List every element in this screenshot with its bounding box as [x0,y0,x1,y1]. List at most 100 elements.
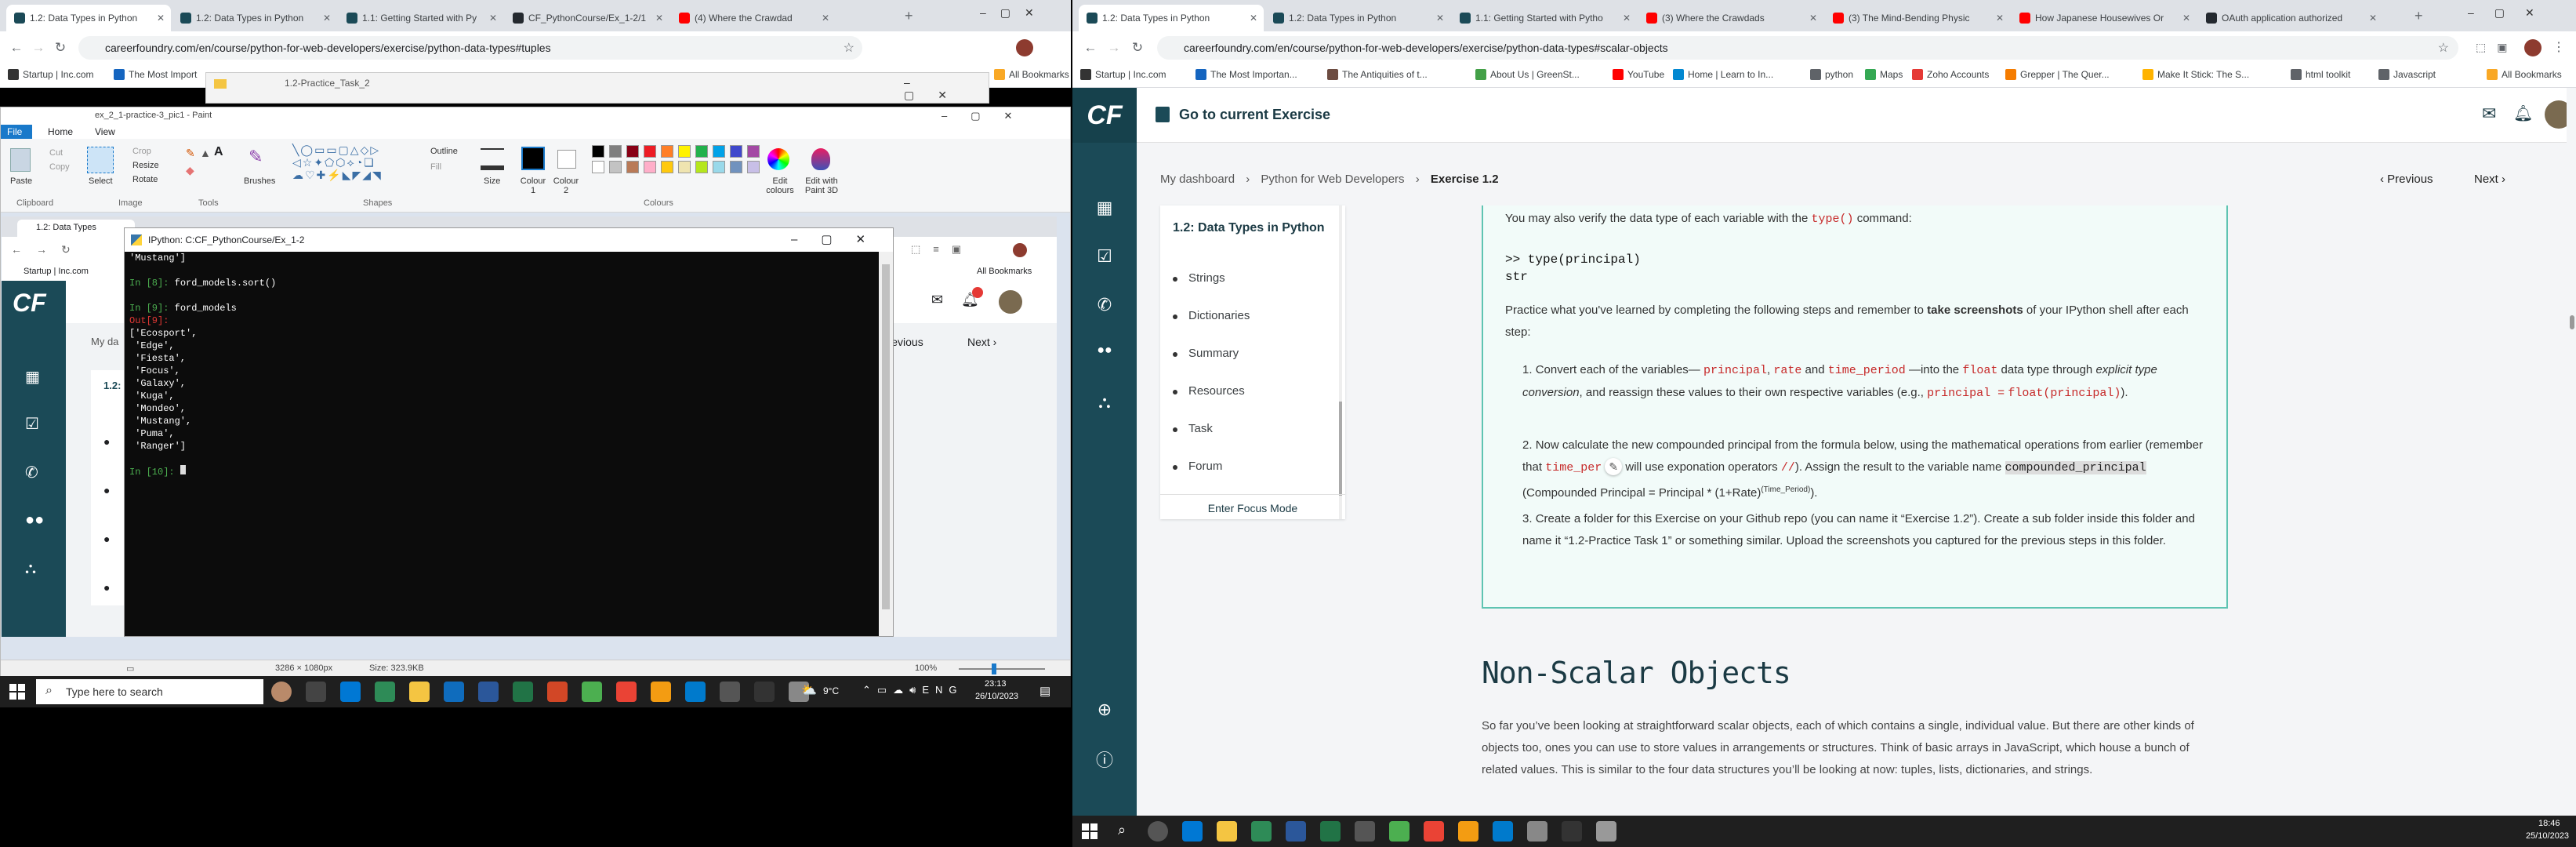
profile-avatar[interactable] [2524,39,2542,56]
palette-swatch[interactable] [747,161,760,173]
browser-tab[interactable]: 1.2: Data Types in Python ✕ [1079,5,1264,31]
paste-icon[interactable] [10,148,31,172]
sublime-icon[interactable] [1458,821,1478,842]
tab-close-icon[interactable]: ✕ [1623,13,1631,24]
settings-icon[interactable] [1527,821,1547,842]
palette-swatch[interactable] [713,145,725,158]
bookmark-item[interactable]: Startup | Inc.com [1080,69,1166,80]
previous-button[interactable]: ‹ Previous [2380,173,2433,186]
excel-icon[interactable] [1320,821,1341,842]
support-icon[interactable]: ⊕ [1093,700,1116,723]
toc-item-resources[interactable]: Resources [1188,384,1245,398]
tab-close-icon[interactable]: ✕ [822,13,829,24]
back-icon[interactable]: ← [1082,39,1099,56]
file-explorer-icon[interactable] [1217,821,1237,842]
address-bar[interactable]: careerfoundry.com/en/course/python-for-w… [78,36,862,60]
browser-tab[interactable]: OAuth application authorized ✕ [2198,5,2383,31]
go-to-current-exercise[interactable]: Go to current Exercise [1179,107,1330,123]
task-view-icon[interactable] [306,682,326,702]
paint-home-tab[interactable]: Home [48,126,73,137]
toc-item-dictionaries[interactable]: Dictionaries [1188,309,1250,322]
browser-tab[interactable]: (4) Where the Crawdad ✕ [671,5,836,31]
shapes-gallery[interactable]: ╲◯▭▭▢△◇▷ ◁☆✦⬠⬡⟡◔❏ ☁♡✚⚡◣◤◢◥ [292,144,418,183]
breadcrumb-dashboard[interactable]: My dashboard [1160,173,1235,186]
palette-swatch[interactable] [644,145,656,158]
browser-tab[interactable]: 1.1: Getting Started with Pytho ✕ [1452,5,1637,31]
page-scrollbar[interactable] [2567,88,2576,816]
chrome-icon[interactable] [1424,821,1444,842]
palette-swatch[interactable] [592,145,604,158]
all-bookmarks[interactable]: All Bookmarks [994,69,1069,80]
bookmark-item[interactable]: YouTube [1613,69,1664,80]
toc-scrollbar[interactable] [1339,205,1342,519]
tab-close-icon[interactable]: ✕ [655,13,663,24]
bookmark-item[interactable]: Zoho Accounts [1912,69,1989,80]
paint-file-tab[interactable]: File [1,125,32,139]
checklist-icon[interactable]: ☑ [1093,246,1116,270]
chrome-icon[interactable] [616,682,637,702]
windows-start-icon[interactable] [9,684,25,700]
browser-tab[interactable]: 1.1: Getting Started with Py ✕ [339,5,503,31]
app-icon[interactable] [582,682,602,702]
bookmark-item[interactable]: Home | Learn to In... [1673,69,1773,80]
palette-swatch[interactable] [626,145,639,158]
zoom-slider[interactable] [959,668,1045,670]
brushes-button[interactable]: Brushes [244,176,275,186]
tab-close-icon[interactable]: ✕ [323,13,331,24]
tab-close-icon[interactable]: ✕ [489,13,497,24]
new-tab-icon[interactable]: + [2415,8,2423,24]
search-icon[interactable]: ⌕ [1118,822,1126,838]
rotate-button[interactable]: Rotate [132,175,158,184]
settings-icon[interactable] [720,682,740,702]
palette-swatch[interactable] [678,161,691,173]
terminal-icon[interactable] [1562,821,1582,842]
community-icon[interactable]: ●● [1093,344,1116,367]
menu-kebab-icon[interactable]: ⋮ [2552,39,2565,55]
edge-icon[interactable] [1182,821,1203,842]
reload-icon[interactable]: ↻ [52,39,69,56]
powerpoint-icon[interactable] [547,682,568,702]
browser-tab[interactable]: How Japanese Housewives Or ✕ [2012,5,2197,31]
task-view-icon[interactable] [1148,821,1168,842]
bookmark-item[interactable]: Startup | Inc.com [8,69,94,80]
app-icon[interactable] [1355,821,1375,842]
outline-button[interactable]: Outline [430,147,458,156]
mail-icon[interactable] [444,682,464,702]
bell-icon[interactable]: 🔔︎ [2513,104,2533,123]
vscode-icon[interactable] [685,682,706,702]
word-icon[interactable] [1286,821,1306,842]
terminal-icon[interactable] [754,682,775,702]
breadcrumb-course[interactable]: Python for Web Developers [1261,173,1404,186]
paint3d-button[interactable]: Edit with Paint 3D [802,176,841,195]
tab-close-icon[interactable]: ✕ [1436,13,1444,24]
bookmark-item[interactable]: The Antiquities of t... [1327,69,1428,80]
ipython-scrollbar[interactable] [879,252,893,636]
taskbar-search-box[interactable]: ⌕ Type here to search [36,679,263,704]
tab-close-icon[interactable]: ✕ [1996,13,2004,24]
toc-item-forum[interactable]: Forum [1188,460,1222,473]
text-icon[interactable]: A [214,145,223,159]
edge-icon[interactable] [340,682,361,702]
notifications-icon[interactable]: ▤ [1039,684,1050,698]
vscode-icon[interactable] [1493,821,1513,842]
tab-close-icon[interactable]: ✕ [2182,13,2190,24]
excel-icon[interactable] [513,682,533,702]
toc-item-summary[interactable]: Summary [1188,347,1239,360]
eraser-icon[interactable]: ◆ [186,164,194,177]
store-icon[interactable] [1251,821,1272,842]
mail-icon[interactable]: ✉ [2482,104,2496,124]
palette-swatch[interactable] [661,161,673,173]
colour2-label[interactable]: Colour 2 [553,176,579,195]
bookmark-item[interactable]: Maps [1865,69,1903,80]
toc-item-strings[interactable]: Strings [1188,271,1225,285]
colour2-swatch[interactable] [557,150,576,169]
tab-close-icon[interactable]: ✕ [1250,13,1257,24]
profile-avatar[interactable] [1016,39,1033,56]
fill-icon[interactable]: ▲ [200,147,211,159]
bookmark-item[interactable]: html toolkit [2291,69,2350,80]
bookmark-item[interactable]: The Most Import [114,69,197,80]
widget-icon[interactable] [271,682,292,702]
forward-icon[interactable]: → [1105,39,1123,56]
store-icon[interactable] [375,682,395,702]
edit-colours-icon[interactable] [767,148,789,170]
